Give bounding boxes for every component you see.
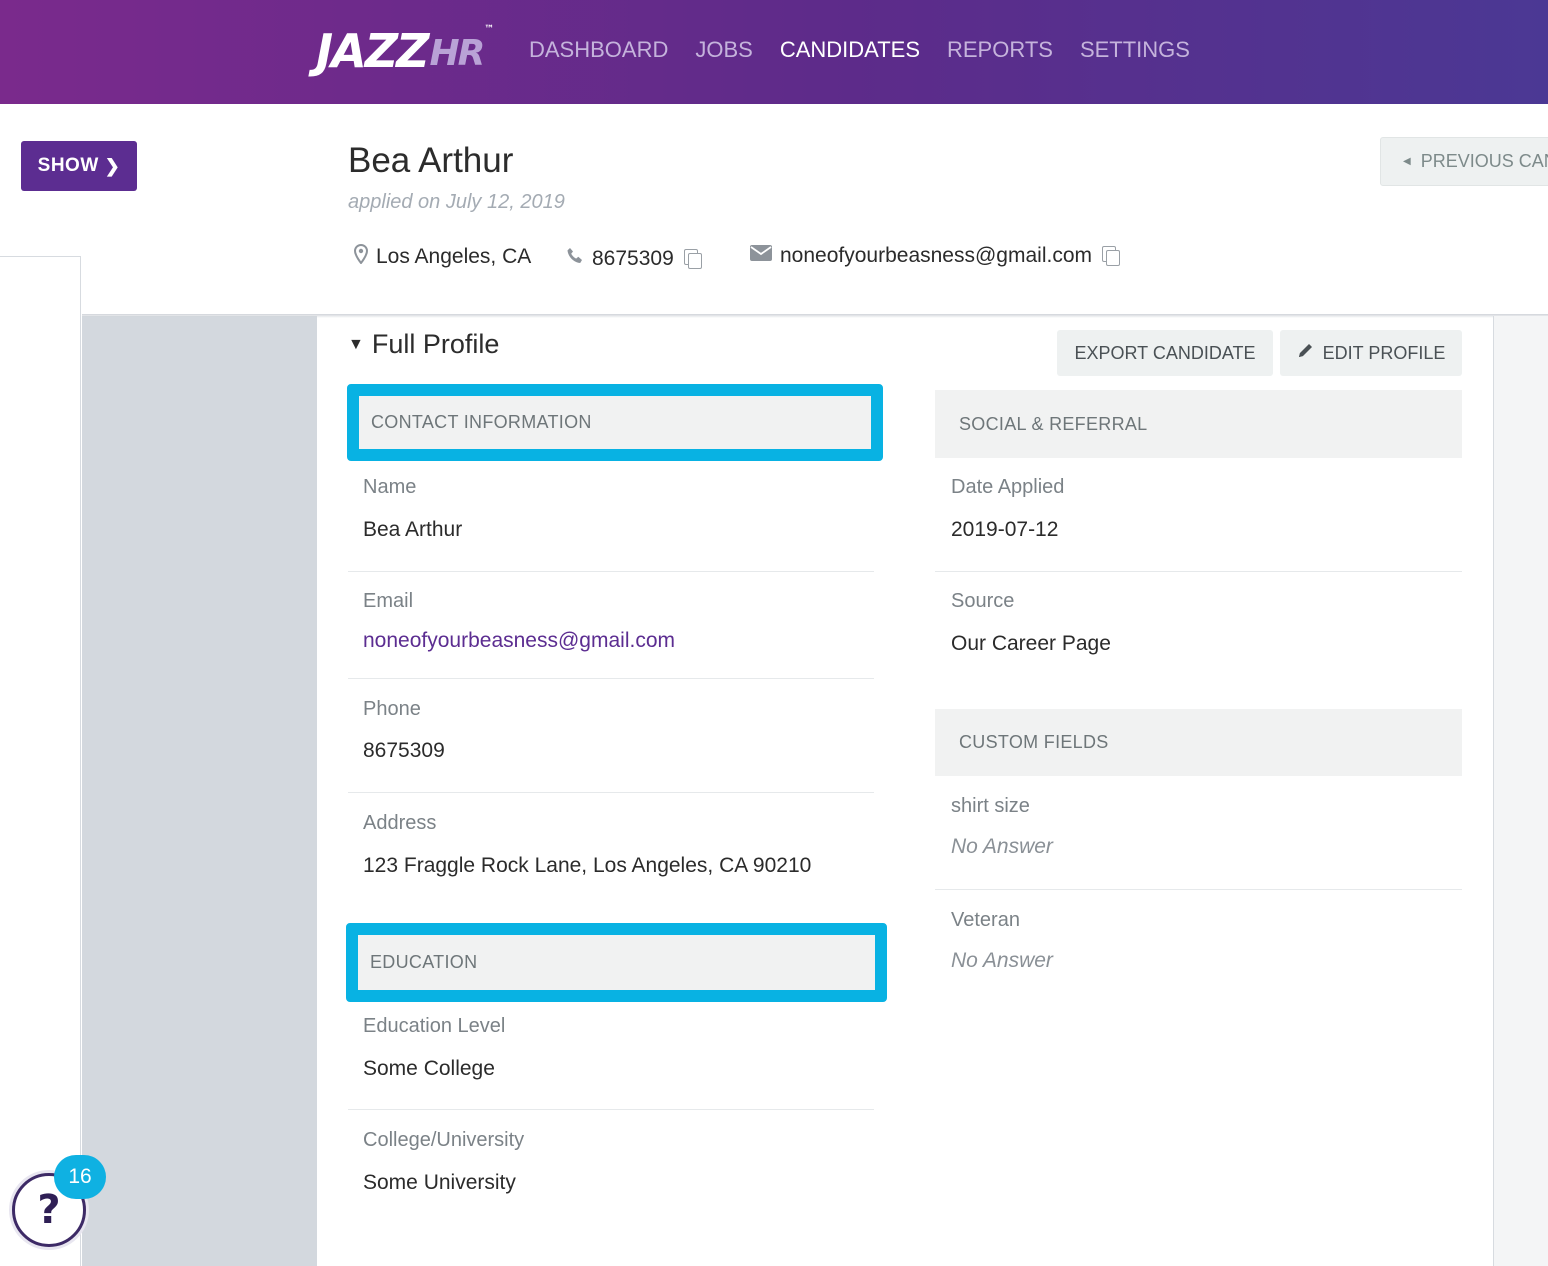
nav-candidates[interactable]: CANDIDATES — [780, 37, 920, 63]
content-gutter — [82, 316, 317, 1266]
divider — [348, 678, 874, 679]
phone-item: 8675309 — [566, 247, 702, 271]
export-candidate-button[interactable]: EXPORT CANDIDATE — [1057, 330, 1273, 376]
nav-dashboard[interactable]: DASHBOARD — [529, 37, 668, 63]
field-value: 8675309 — [363, 739, 445, 762]
email-item: noneofyourbeasness@gmail.com — [750, 244, 1120, 268]
field-value: No Answer — [951, 949, 1053, 972]
previous-candidate-label: PREVIOUS CAN — [1420, 151, 1548, 171]
phone-icon — [566, 247, 584, 271]
contact-information-header: CONTACT INFORMATION — [347, 384, 883, 461]
field-value: Bea Arthur — [363, 518, 463, 541]
full-profile-toggle[interactable]: ▼ Full Profile — [348, 329, 499, 360]
main-nav: DASHBOARD JOBS CANDIDATES REPORTS SETTIN… — [529, 37, 1217, 63]
candidate-name: Bea Arthur — [348, 141, 514, 180]
divider — [935, 889, 1462, 890]
field-label: Date Applied — [951, 476, 1065, 498]
full-profile-label: Full Profile — [371, 329, 500, 359]
copy-email-icon[interactable] — [1102, 246, 1120, 266]
show-sidebar-button[interactable]: SHOW ❯ — [21, 141, 137, 191]
field-value: Some College — [363, 1057, 495, 1080]
nav-settings[interactable]: SETTINGS — [1080, 37, 1190, 63]
header-divider-shadow — [82, 314, 1548, 318]
top-navigation-bar: JAZZ HR ™ DASHBOARD JOBS CANDIDATES REPO… — [0, 0, 1548, 104]
social-referral-header: SOCIAL & REFERRAL — [935, 390, 1462, 458]
logo-jazz: JAZZ — [316, 24, 429, 78]
field-value: 2019-07-12 — [951, 518, 1059, 541]
notification-badge: 16 — [54, 1155, 106, 1199]
divider — [348, 1109, 874, 1110]
phone-text: 8675309 — [592, 247, 674, 270]
show-button-label: SHOW — [37, 155, 99, 176]
envelope-icon — [750, 245, 772, 267]
logo-hr: HR — [429, 33, 485, 74]
nav-jobs[interactable]: JOBS — [695, 37, 752, 63]
field-label: Source — [951, 590, 1015, 612]
email-text: noneofyourbeasness@gmail.com — [780, 244, 1092, 267]
edit-profile-label: EDIT PROFILE — [1322, 342, 1446, 363]
field-label: Email — [363, 590, 414, 612]
divider — [348, 792, 874, 793]
right-panel-edge — [1493, 316, 1548, 1266]
custom-fields-header: CUSTOM FIELDS — [935, 709, 1462, 776]
caret-left-icon: ◀ — [1403, 156, 1411, 167]
location-item: Los Angeles, CA — [353, 243, 532, 270]
left-sidebar-panel — [0, 256, 81, 1266]
field-label: Education Level — [363, 1015, 506, 1037]
field-value: Our Career Page — [951, 632, 1111, 655]
field-label: Phone — [363, 698, 421, 720]
caret-down-icon: ▼ — [348, 335, 364, 353]
candidate-contact-row: Los Angeles, CA 8675309 noneofyourbeasne… — [353, 243, 1154, 274]
pencil-icon — [1297, 342, 1314, 364]
field-label: shirt size — [951, 795, 1030, 817]
jazzhr-logo[interactable]: JAZZ HR ™ — [316, 24, 494, 78]
nav-reports[interactable]: REPORTS — [947, 37, 1053, 63]
email-link[interactable]: noneofyourbeasness@gmail.com — [363, 629, 675, 653]
field-label: Name — [363, 476, 417, 498]
field-value: 123 Fraggle Rock Lane, Los Angeles, CA 9… — [363, 854, 812, 877]
map-marker-icon — [353, 243, 369, 270]
education-header: EDUCATION — [346, 923, 887, 1002]
divider — [935, 571, 1462, 572]
divider — [348, 571, 874, 572]
previous-candidate-button[interactable]: ◀ PREVIOUS CAN — [1380, 137, 1548, 186]
field-label: Address — [363, 812, 437, 834]
copy-phone-icon[interactable] — [683, 249, 702, 269]
field-value: No Answer — [951, 835, 1053, 858]
location-text: Los Angeles, CA — [376, 245, 532, 268]
chevron-right-icon: ❯ — [104, 155, 121, 176]
logo-trademark: ™ — [484, 24, 494, 35]
field-label: Veteran — [951, 909, 1020, 931]
field-value: Some University — [363, 1171, 516, 1194]
applied-date: applied on July 12, 2019 — [348, 191, 565, 213]
edit-profile-button[interactable]: EDIT PROFILE — [1280, 330, 1462, 376]
field-label: College/University — [363, 1129, 525, 1151]
